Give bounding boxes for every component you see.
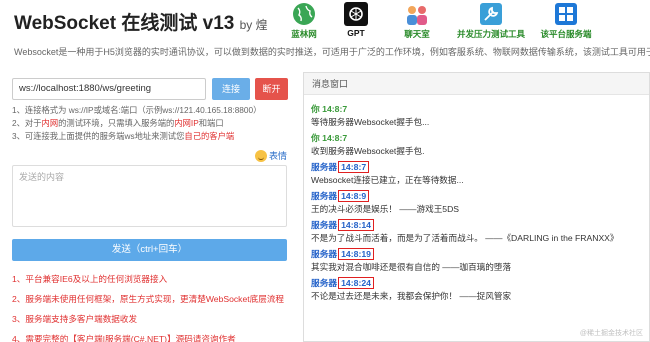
message-item: 服务器 14:8:19 其实我对混合咖啡还是很有自信的 ——珈百璃的堕落 [311,248,649,273]
connect-button[interactable]: 连接 [212,78,250,100]
description-text: Websocket是一种用于H5浏览器的实时通讯协议，可以做到数据的实时推送，可… [14,47,650,57]
message-time-highlight: 14:8:24 [338,277,375,289]
windows-server-icon [555,3,577,25]
tip-3: 3、可连接我上面提供的服务端ws地址来测试您自己的客户端 [12,131,235,141]
sender-name: 服务器 [311,162,338,172]
openai-icon [344,2,368,26]
left-panel: ws://localhost:1880/ws/greeting 连接 断开 1、… [12,76,288,342]
ws-url-input[interactable]: ws://localhost:1880/ws/greeting [12,78,206,100]
emoji-row: 表情 [12,147,287,165]
message-list: 你 14:8:7 等待服务器Websocket握手包... 你 14:8:7 收… [311,103,649,306]
send-button[interactable]: 发送（ctrl+回车） [12,239,287,261]
message-item: 服务器 14:8:7 Websocket连接已建立，正在等待数据... [311,161,649,186]
sender-name: 服务器 [311,249,338,259]
emoji-label: 表情 [268,151,287,161]
tip-1: 1、连接格式为 ws://IP或域名:端口（示例ws://121.40.165.… [12,105,262,115]
connect-row: ws://localhost:1880/ws/greeting 连接 断开 [12,76,288,102]
globe-icon [293,3,315,25]
chat-people-icon [407,6,427,25]
message-text: 不是为了战斗而活着，而是为了活着而战斗。 ——《DARLING in the F… [311,233,619,243]
smiley-icon [254,149,267,162]
note-item: 3、服务端支持多客户端数据收发 [12,314,138,324]
feature-notes: 1、平台兼容IE6及以上的任何浏览器接入 2、服务端未使用任何框架，原生方式实现… [12,269,287,342]
message-item: 你 14:8:7 等待服务器Websocket握手包... [311,103,649,128]
message-text: 不论是过去还是未来，我都会保护你！ ——捉风管家 [311,291,512,301]
message-time-highlight: 14:8:7 [338,161,370,173]
message-time-highlight: 14:8:19 [338,248,375,260]
sender-name: 服务器 [311,191,338,201]
message-time-highlight: 14:8:9 [338,190,370,202]
message-time-highlight: 14:8:14 [338,219,375,231]
message-text: 收到服务器Websocket握手包. [311,146,425,156]
sender-name: 服务器 [311,220,338,230]
message-time: 14:8:7 [322,133,348,143]
message-window[interactable]: 消息窗口 你 14:8:7 等待服务器Websocket握手包... 你 14:… [303,72,650,342]
link-chatroom[interactable]: 聊天室 [377,2,457,40]
message-window-title: 消息窗口 [304,73,649,95]
message-item: 服务器 14:8:24 不论是过去还是未来，我都会保护你！ ——捉风管家 [311,277,649,302]
emoji-button[interactable]: 表情 [254,149,287,162]
message-text: 王的决斗必须是娱乐！ ——游戏王5DS [311,204,460,214]
sender-name: 服务器 [311,278,338,288]
page-title: WebSocket 在线测试 v13 by 煌 [14,8,268,35]
link-stress-test[interactable]: 并发压力测试工具 [451,2,531,40]
message-item: 你 14:8:7 收到服务器Websocket握手包. [311,132,649,157]
watermark: @稀土掘金技术社区 [579,330,643,337]
message-text: 等待服务器Websocket握手包... [311,117,430,127]
note-item: 4、需要完整的【客户端|服务端(C#.NET)】源码请咨询作者 [12,334,236,342]
sender-name: 你 [311,133,320,143]
sender-name: 你 [311,104,320,114]
note-item: 1、平台兼容IE6及以上的任何浏览器接入 [12,274,168,284]
message-time: 14:8:7 [322,104,348,114]
message-text: 其实我对混合咖啡还是很有自信的 ——珈百璃的堕落 [311,262,512,272]
send-content-input[interactable]: 发送的内容 [12,165,287,227]
connection-tips: 1、连接格式为 ws://IP或域名:端口（示例ws://121.40.165.… [12,104,287,143]
message-text: Websocket连接已建立，正在等待数据... [311,175,464,185]
link-server[interactable]: 该平台服务端 [526,2,606,40]
disconnect-button[interactable]: 断开 [255,78,288,100]
tools-icon [480,3,502,25]
message-item: 服务器 14:8:9 王的决斗必须是娱乐！ ——游戏王5DS [311,190,649,215]
tip-2: 2、对于内网的测试环境，只需填入服务端的内网IP和端口 [12,118,224,128]
app-title: WebSocket 在线测试 v13 [14,13,235,34]
note-item: 2、服务端未使用任何框架，原生方式实现，更清楚WebSocket底层流程 [12,294,285,304]
message-item: 服务器 14:8:14 不是为了战斗而活着，而是为了活着而战斗。 ——《DARLI… [311,219,649,244]
